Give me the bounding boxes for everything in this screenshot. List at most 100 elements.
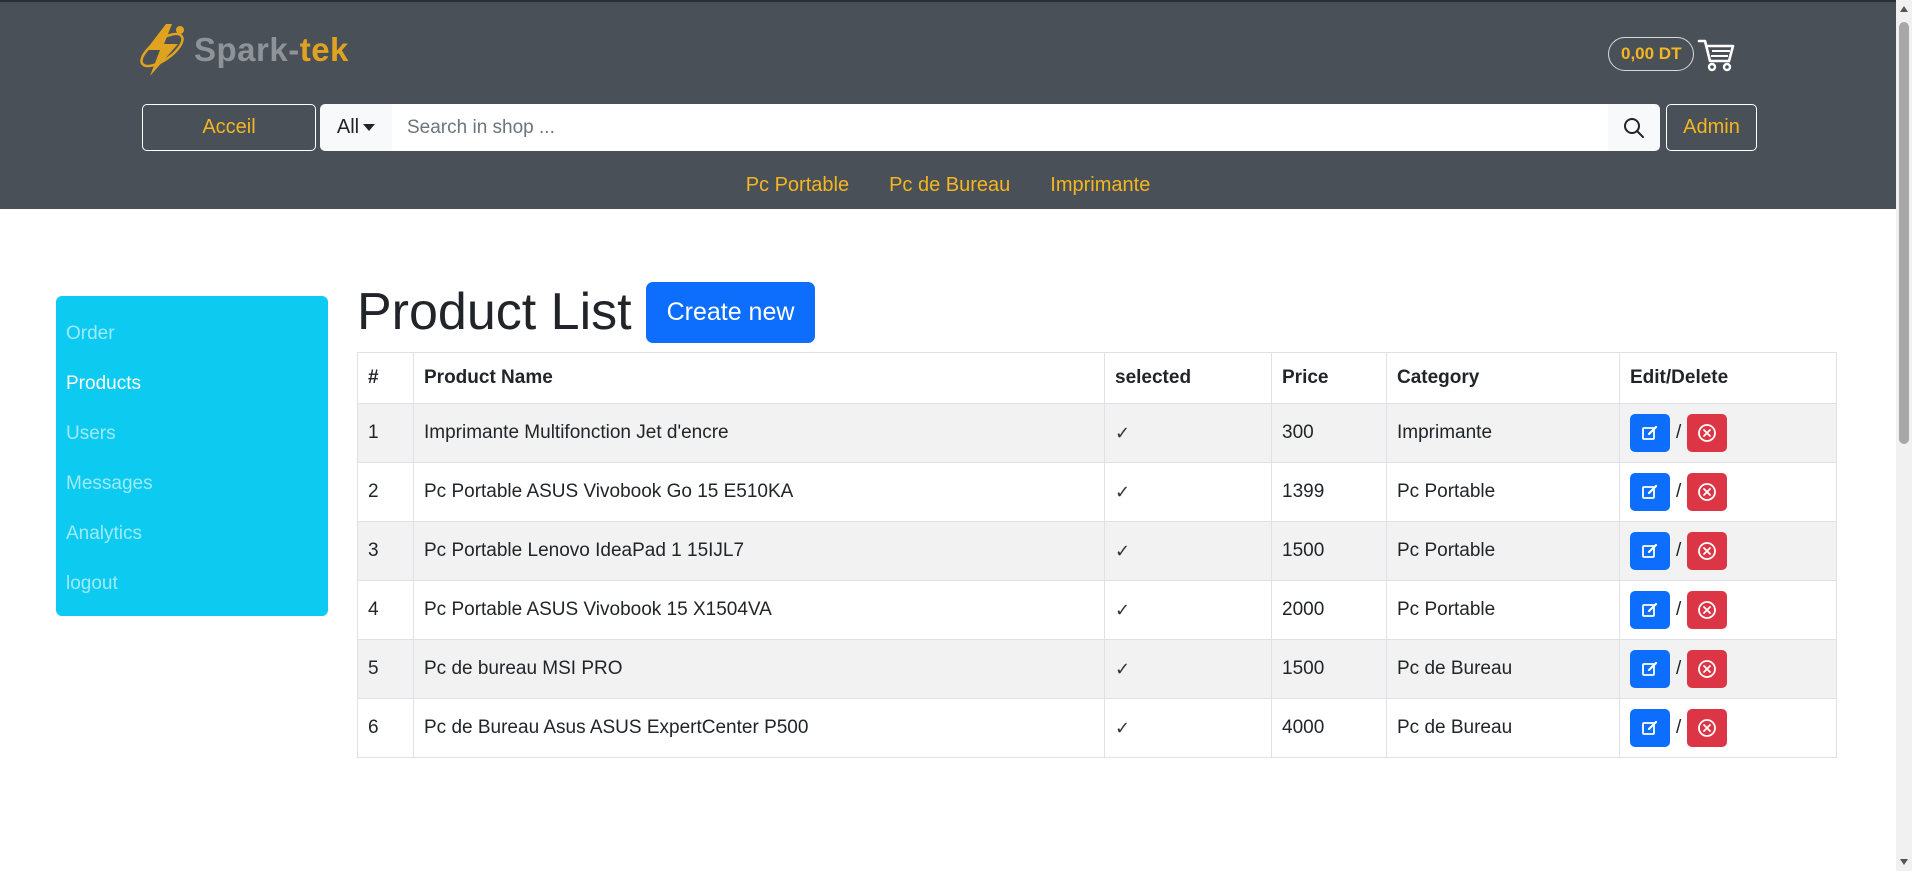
product-table: # Product Name selected Price Category E…: [357, 352, 1837, 758]
edit-icon: [1642, 661, 1658, 676]
cell-id: 1: [357, 403, 414, 463]
cell-category: Pc Portable: [1386, 462, 1620, 522]
cell-category: Imprimante: [1386, 403, 1620, 463]
column-header-id: #: [357, 352, 414, 404]
cell-selected-check: ✓: [1104, 521, 1272, 581]
column-header-actions: Edit/Delete: [1619, 352, 1837, 404]
delete-button[interactable]: [1687, 650, 1728, 688]
sidebar-item-products[interactable]: Products: [56, 359, 328, 409]
spark-logo-icon: [140, 24, 184, 76]
admin-button[interactable]: Admin: [1666, 104, 1757, 151]
search-category-label: All: [336, 116, 360, 138]
action-separator: /: [1676, 717, 1682, 738]
close-circle-icon: [1698, 424, 1717, 442]
search-bar: All: [320, 104, 1660, 151]
table-row: 3 Pc Portable Lenovo IdeaPad 1 15IJL7 ✓ …: [357, 521, 1837, 581]
cell-selected-check: ✓: [1104, 403, 1272, 463]
brand-name: Spark-tek: [194, 31, 349, 69]
brand-logo[interactable]: Spark-tek: [136, 20, 349, 80]
page: Spark-tek 0,00 DT Acceil All Search in s…: [0, 0, 1912, 871]
cell-id: 3: [357, 521, 414, 581]
sidebar-item-logout[interactable]: logout: [56, 559, 328, 609]
edit-icon: [1642, 484, 1658, 499]
column-header-category: Category: [1386, 352, 1620, 404]
action-separator: /: [1676, 481, 1682, 502]
cell-selected-check: ✓: [1104, 462, 1272, 522]
cell-name: Pc de Bureau Asus ASUS ExpertCenter P500: [413, 698, 1105, 758]
search-category-dropdown[interactable]: All: [320, 104, 392, 151]
delete-button[interactable]: [1687, 532, 1728, 570]
site-header: Spark-tek 0,00 DT Acceil All Search in s…: [0, 0, 1896, 209]
nav-category-imprimante[interactable]: Imprimante: [1050, 174, 1150, 197]
edit-button[interactable]: [1630, 414, 1670, 452]
cell-id: 2: [357, 462, 414, 522]
edit-button[interactable]: [1630, 709, 1670, 747]
cell-actions: /: [1619, 698, 1837, 758]
cell-id: 4: [357, 580, 414, 640]
table-row: 2 Pc Portable ASUS Vivobook Go 15 E510KA…: [357, 462, 1837, 522]
delete-button[interactable]: [1687, 473, 1728, 511]
column-header-price: Price: [1271, 352, 1387, 404]
table-row: 6 Pc de Bureau Asus ASUS ExpertCenter P5…: [357, 698, 1837, 758]
delete-button[interactable]: [1687, 414, 1728, 452]
caret-down-icon: [363, 124, 376, 131]
scrollbar-thumb[interactable]: [1899, 22, 1909, 444]
action-separator: /: [1676, 658, 1682, 679]
cell-price: 1399: [1271, 462, 1387, 522]
edit-icon: [1642, 720, 1658, 735]
brand-name-part2: tek: [299, 31, 349, 68]
sidebar-item-analytics[interactable]: Analytics: [56, 509, 328, 559]
cell-actions: /: [1619, 403, 1837, 463]
cell-selected-check: ✓: [1104, 639, 1272, 699]
cell-actions: /: [1619, 462, 1837, 522]
cell-actions: /: [1619, 639, 1837, 699]
cell-category: Pc Portable: [1386, 580, 1620, 640]
cell-selected-check: ✓: [1104, 580, 1272, 640]
close-circle-icon: [1698, 542, 1717, 560]
cart[interactable]: 0,00 DT: [1608, 34, 1736, 74]
edit-button[interactable]: [1630, 591, 1670, 629]
admin-sidebar: Order Products Users Messages Analytics …: [56, 296, 328, 616]
edit-button[interactable]: [1630, 473, 1670, 511]
edit-icon: [1642, 425, 1658, 440]
cell-category: Pc Portable: [1386, 521, 1620, 581]
edit-button[interactable]: [1630, 532, 1670, 570]
search-button[interactable]: [1608, 104, 1660, 151]
table-header-row: # Product Name selected Price Category E…: [357, 352, 1837, 404]
search-input[interactable]: [392, 104, 1608, 151]
cell-selected-check: ✓: [1104, 698, 1272, 758]
nav-category-pc-portable[interactable]: Pc Portable: [746, 174, 849, 197]
home-button[interactable]: Acceil: [142, 104, 316, 151]
cell-name: Pc Portable ASUS Vivobook Go 15 E510KA: [413, 462, 1105, 522]
close-circle-icon: [1698, 660, 1717, 678]
column-header-name: Product Name: [413, 352, 1105, 404]
cell-id: 6: [357, 698, 414, 758]
vertical-scrollbar[interactable]: [1896, 0, 1912, 871]
cell-price: 1500: [1271, 521, 1387, 581]
cell-price: 300: [1271, 403, 1387, 463]
sidebar-item-users[interactable]: Users: [56, 409, 328, 459]
scroll-up-arrow-icon[interactable]: [1900, 6, 1908, 12]
action-separator: /: [1676, 599, 1682, 620]
category-nav: Pc Portable Pc de Bureau Imprimante: [0, 174, 1896, 197]
shopping-cart-icon[interactable]: [1696, 34, 1736, 74]
cell-actions: /: [1619, 580, 1837, 640]
search-icon: [1624, 117, 1644, 138]
main-content: Product List Create new # Product Name s…: [357, 281, 1837, 758]
close-circle-icon: [1698, 601, 1717, 619]
table-row: 1 Imprimante Multifonction Jet d'encre ✓…: [357, 403, 1837, 463]
sidebar-item-messages[interactable]: Messages: [56, 459, 328, 509]
brand-name-part1: Spark-: [194, 31, 300, 68]
title-row: Product List Create new: [357, 281, 1837, 343]
cell-price: 4000: [1271, 698, 1387, 758]
action-separator: /: [1676, 540, 1682, 561]
edit-button[interactable]: [1630, 650, 1670, 688]
sidebar-item-order[interactable]: Order: [56, 309, 328, 359]
delete-button[interactable]: [1687, 709, 1728, 747]
delete-button[interactable]: [1687, 591, 1728, 629]
page-title: Product List: [357, 283, 632, 341]
action-separator: /: [1676, 422, 1682, 443]
scroll-down-arrow-icon[interactable]: [1900, 859, 1908, 865]
create-new-button[interactable]: Create new: [645, 281, 816, 343]
nav-category-pc-de-bureau[interactable]: Pc de Bureau: [889, 174, 1010, 197]
